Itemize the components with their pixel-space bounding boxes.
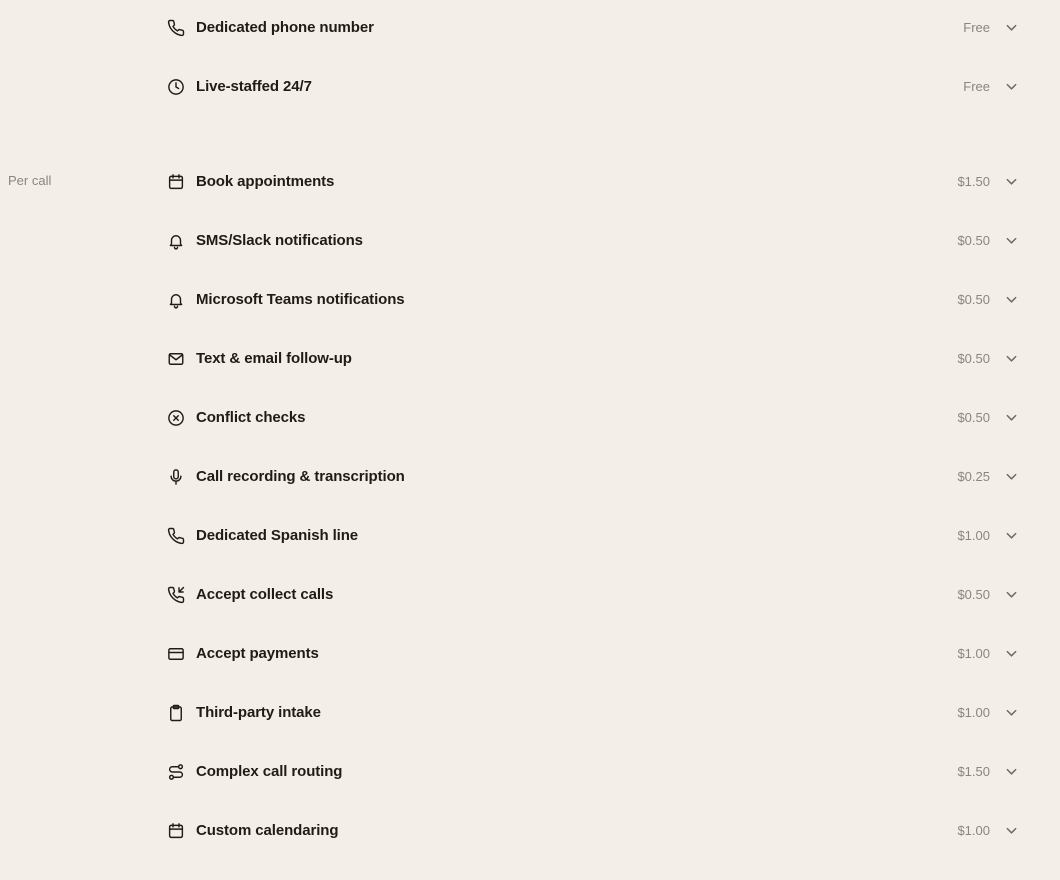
feature-price: $1.00: [957, 528, 990, 543]
feature-price: $1.50: [957, 764, 990, 779]
clock-icon: [166, 77, 186, 97]
feature-price: $0.50: [957, 292, 990, 307]
feature-label: Conflict checks: [196, 409, 306, 426]
chevron-down-icon[interactable]: [1004, 588, 1018, 602]
feature-price: $1.00: [957, 823, 990, 838]
chevron-down-icon[interactable]: [1004, 765, 1018, 779]
chevron-down-icon[interactable]: [1004, 529, 1018, 543]
feature-label: Accept payments: [196, 645, 319, 662]
feature-label: Dedicated Spanish line: [196, 527, 359, 544]
feature-price: $0.50: [957, 587, 990, 602]
calendar-icon: [166, 821, 186, 841]
feature-row-call-recording-transcription[interactable]: Call recording & transcription $0.25: [160, 447, 1030, 506]
feature-label: Dedicated phone number: [196, 19, 374, 36]
chevron-down-icon[interactable]: [1004, 824, 1018, 838]
feature-label: Text & email follow-up: [196, 350, 352, 367]
feature-price: Free: [963, 20, 990, 35]
chevron-down-icon[interactable]: [1004, 80, 1018, 94]
feature-label: Complex call routing: [196, 763, 343, 780]
chevron-down-icon[interactable]: [1004, 470, 1018, 484]
feature-price: $1.00: [957, 646, 990, 661]
feature-row-microsoft-teams-notifications[interactable]: Microsoft Teams notifications $0.50: [160, 270, 1030, 329]
route-icon: [166, 762, 186, 782]
section-title: Per call: [8, 173, 52, 188]
chevron-down-icon[interactable]: [1004, 411, 1018, 425]
x-circle-icon: [166, 408, 186, 428]
chevron-down-icon[interactable]: [1004, 706, 1018, 720]
chevron-down-icon[interactable]: [1004, 234, 1018, 248]
chevron-down-icon[interactable]: [1004, 21, 1018, 35]
feature-label: Accept collect calls: [196, 586, 334, 603]
bell-icon: [166, 231, 186, 251]
feature-price: $1.00: [957, 705, 990, 720]
feature-row-custom-calendaring[interactable]: Custom calendaring $1.00: [160, 801, 1030, 860]
feature-label: Third-party intake: [196, 704, 321, 721]
feature-row-dedicated-spanish-line[interactable]: Dedicated Spanish line $1.00: [160, 506, 1030, 565]
chevron-down-icon[interactable]: [1004, 352, 1018, 366]
bell-icon: [166, 290, 186, 310]
microphone-icon: [166, 467, 186, 487]
phone-icon: [166, 18, 186, 38]
feature-price: Free: [963, 79, 990, 94]
feature-price: $0.25: [957, 469, 990, 484]
feature-price: $0.50: [957, 410, 990, 425]
chevron-down-icon[interactable]: [1004, 175, 1018, 189]
feature-row-text-email-follow-up[interactable]: Text & email follow-up $0.50: [160, 329, 1030, 388]
feature-row-dedicated-phone-number[interactable]: Dedicated phone number Free: [160, 0, 1030, 57]
mail-icon: [166, 349, 186, 369]
feature-price: $1.50: [957, 174, 990, 189]
feature-label: SMS/Slack notifications: [196, 232, 363, 249]
feature-row-accept-payments[interactable]: Accept payments $1.00: [160, 624, 1030, 683]
feature-row-sms-slack-notifications[interactable]: SMS/Slack notifications $0.50: [160, 211, 1030, 270]
feature-price: $0.50: [957, 351, 990, 366]
phone-incoming-icon: [166, 585, 186, 605]
feature-row-complex-call-routing[interactable]: Complex call routing $1.50: [160, 742, 1030, 801]
feature-row-live-staffed[interactable]: Live-staffed 24/7 Free: [160, 57, 1030, 116]
feature-label: Book appointments: [196, 173, 335, 190]
chevron-down-icon[interactable]: [1004, 647, 1018, 661]
calendar-icon: [166, 172, 186, 192]
feature-row-conflict-checks[interactable]: Conflict checks $0.50: [160, 388, 1030, 447]
phone-icon: [166, 526, 186, 546]
feature-label: Microsoft Teams notifications: [196, 291, 405, 308]
credit-card-icon: [166, 644, 186, 664]
feature-label: Live-staffed 24/7: [196, 78, 312, 95]
feature-row-book-appointments[interactable]: Book appointments $1.50: [160, 152, 1030, 211]
chevron-down-icon[interactable]: [1004, 293, 1018, 307]
clipboard-icon: [166, 703, 186, 723]
feature-row-accept-collect-calls[interactable]: Accept collect calls $0.50: [160, 565, 1030, 624]
feature-label: Call recording & transcription: [196, 468, 405, 485]
feature-label: Custom calendaring: [196, 822, 339, 839]
feature-row-third-party-intake[interactable]: Third-party intake $1.00: [160, 683, 1030, 742]
feature-price: $0.50: [957, 233, 990, 248]
